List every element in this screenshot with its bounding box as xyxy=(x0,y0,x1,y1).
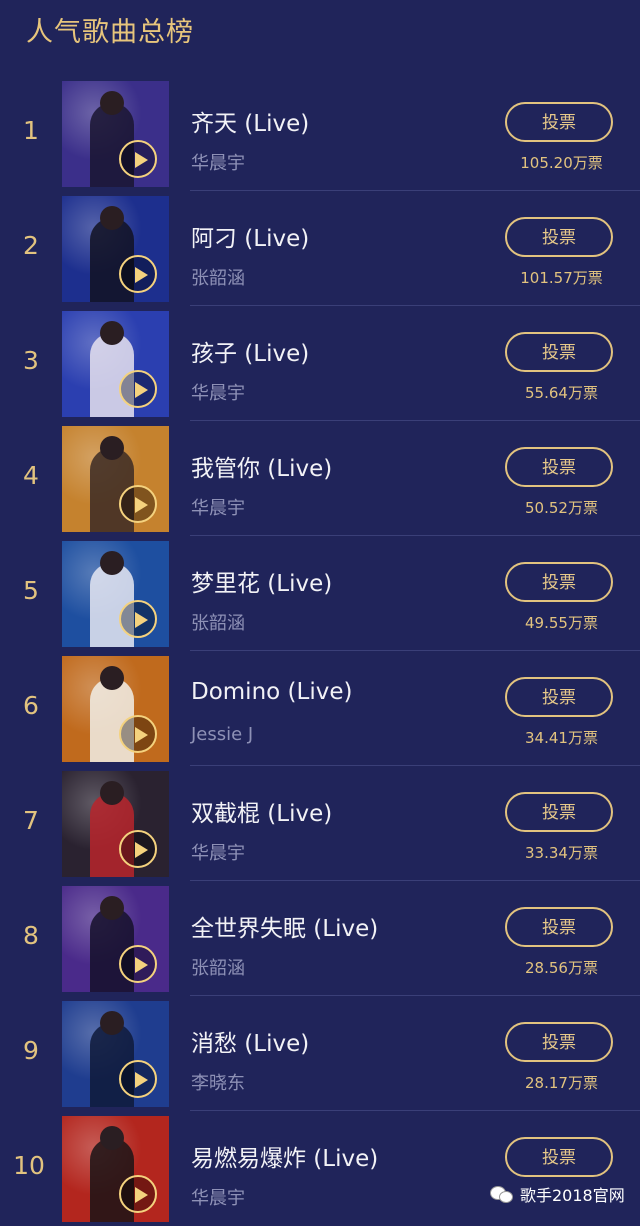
watermark: 歌手2018官网 xyxy=(490,1182,625,1206)
song-title[interactable]: Domino (Live) xyxy=(191,679,352,705)
song-title[interactable]: 梦里花 (Live) xyxy=(191,564,332,598)
rank-number: 5 xyxy=(23,576,39,605)
song-cover-image[interactable] xyxy=(62,81,169,187)
vote-button[interactable]: 投票 xyxy=(505,102,613,142)
vote-button[interactable]: 投票 xyxy=(505,1022,613,1062)
song-row[interactable]: 4 我管你 (Live) 华晨宇 投票 50.52万票 xyxy=(0,421,640,536)
rank-number: 10 xyxy=(13,1151,45,1180)
rank-number: 2 xyxy=(23,231,39,260)
song-title[interactable]: 易燃易爆炸 (Live) xyxy=(191,1139,378,1173)
song-title[interactable]: 双截棍 (Live) xyxy=(191,794,332,828)
artist-name: 华晨宇 xyxy=(191,383,245,404)
song-title[interactable]: 我管你 (Live) xyxy=(191,449,332,483)
artist-name: 李晓东 xyxy=(191,1073,245,1094)
song-cover-image[interactable] xyxy=(62,426,169,532)
vote-count: 33.34万票 xyxy=(525,844,598,862)
artist-name: Jessie J xyxy=(191,724,254,745)
vote-count: 49.55万票 xyxy=(525,614,598,632)
song-title[interactable]: 孩子 (Live) xyxy=(191,334,309,368)
song-row[interactable]: 3 孩子 (Live) 华晨宇 投票 55.64万票 xyxy=(0,306,640,421)
vote-count: 28.56万票 xyxy=(525,959,598,977)
song-cover-image[interactable] xyxy=(62,311,169,417)
play-icon[interactable] xyxy=(119,255,157,293)
song-row[interactable]: 10 易燃易爆炸 (Live) 华晨宇 投票 xyxy=(0,1111,640,1226)
song-ranking-list: 1 齐天 (Live) 华晨宇 投票 105.20万票 2 阿刁 (Live) … xyxy=(0,76,640,1226)
vote-count: 28.17万票 xyxy=(525,1074,598,1092)
vote-count: 34.41万票 xyxy=(525,729,598,747)
song-cover-image[interactable] xyxy=(62,196,169,302)
song-row[interactable]: 2 阿刁 (Live) 张韶涵 投票 101.57万票 xyxy=(0,191,640,306)
song-cover-image[interactable] xyxy=(62,1001,169,1107)
rank-number: 7 xyxy=(23,806,39,835)
artist-name: 华晨宇 xyxy=(191,498,245,519)
play-icon[interactable] xyxy=(119,1175,157,1213)
play-icon[interactable] xyxy=(119,370,157,408)
song-title[interactable]: 齐天 (Live) xyxy=(191,104,309,138)
page-title: 人气歌曲总榜 xyxy=(26,17,194,48)
vote-button[interactable]: 投票 xyxy=(505,677,613,717)
vote-button[interactable]: 投票 xyxy=(505,562,613,602)
rank-number: 3 xyxy=(23,346,39,375)
artist-name: 华晨宇 xyxy=(191,1188,245,1209)
song-row[interactable]: 6 Domino (Live) Jessie J 投票 34.41万票 xyxy=(0,651,640,766)
artist-name: 张韶涵 xyxy=(191,613,245,634)
watermark-text: 歌手2018官网 xyxy=(520,1186,625,1205)
vote-button[interactable]: 投票 xyxy=(505,332,613,372)
song-row[interactable]: 9 消愁 (Live) 李晓东 投票 28.17万票 xyxy=(0,996,640,1111)
song-cover-image[interactable] xyxy=(62,656,169,762)
rank-number: 1 xyxy=(23,116,39,145)
vote-button[interactable]: 投票 xyxy=(505,1137,613,1177)
artist-name: 张韶涵 xyxy=(191,268,245,289)
rank-number: 4 xyxy=(23,461,39,490)
vote-button[interactable]: 投票 xyxy=(505,907,613,947)
artist-name: 华晨宇 xyxy=(191,153,245,174)
artist-name: 张韶涵 xyxy=(191,958,245,979)
song-title[interactable]: 消愁 (Live) xyxy=(191,1024,309,1058)
play-icon[interactable] xyxy=(119,140,157,178)
song-title[interactable]: 阿刁 (Live) xyxy=(191,219,309,253)
play-icon[interactable] xyxy=(119,600,157,638)
song-row[interactable]: 8 全世界失眠 (Live) 张韶涵 投票 28.56万票 xyxy=(0,881,640,996)
rank-number: 8 xyxy=(23,921,39,950)
play-icon[interactable] xyxy=(119,830,157,868)
song-cover-image[interactable] xyxy=(62,771,169,877)
song-cover-image[interactable] xyxy=(62,541,169,647)
vote-button[interactable]: 投票 xyxy=(505,217,613,257)
play-icon[interactable] xyxy=(119,945,157,983)
song-row[interactable]: 1 齐天 (Live) 华晨宇 投票 105.20万票 xyxy=(0,76,640,191)
wechat-icon xyxy=(490,1184,514,1204)
vote-count: 55.64万票 xyxy=(525,384,598,402)
artist-name: 华晨宇 xyxy=(191,843,245,864)
play-icon[interactable] xyxy=(119,485,157,523)
vote-count: 50.52万票 xyxy=(525,499,598,517)
play-icon[interactable] xyxy=(119,715,157,753)
vote-count: 101.57万票 xyxy=(520,269,603,287)
rank-number: 9 xyxy=(23,1036,39,1065)
song-row[interactable]: 5 梦里花 (Live) 张韶涵 投票 49.55万票 xyxy=(0,536,640,651)
vote-button[interactable]: 投票 xyxy=(505,447,613,487)
song-cover-image[interactable] xyxy=(62,1116,169,1222)
vote-button[interactable]: 投票 xyxy=(505,792,613,832)
play-icon[interactable] xyxy=(119,1060,157,1098)
song-row[interactable]: 7 双截棍 (Live) 华晨宇 投票 33.34万票 xyxy=(0,766,640,881)
song-cover-image[interactable] xyxy=(62,886,169,992)
rank-number: 6 xyxy=(23,691,39,720)
song-title[interactable]: 全世界失眠 (Live) xyxy=(191,909,378,943)
vote-count: 105.20万票 xyxy=(520,154,603,172)
